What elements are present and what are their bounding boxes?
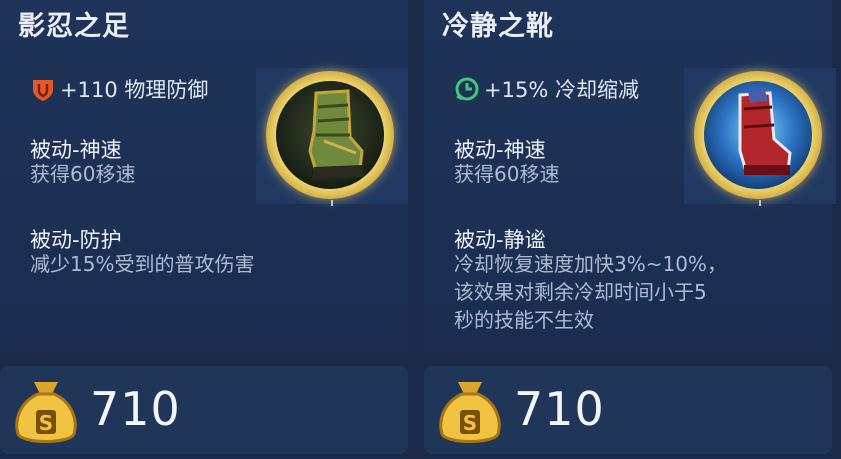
price-bar[interactable]: S 710	[0, 366, 408, 454]
item-price: 710	[514, 382, 605, 436]
svg-text:S: S	[463, 411, 477, 435]
item-card-tranquility-boots[interactable]: 冷静之靴 +15% 冷却缩减 被动-神速 获得60移速 被动-静谧 冷却恢复速度…	[424, 0, 836, 352]
passive-desc: 减少15%受到的普攻伤害	[30, 252, 255, 276]
boots-of-tranquility-icon	[704, 81, 812, 189]
gold-coin-bag-icon: S	[439, 382, 501, 443]
stat-text: +15% 冷却缩减	[484, 78, 639, 102]
item-card-shadow-boots[interactable]: 影忍之足 +110 物理防御 被动-神速 获得60移速 被动-防护 减少15%受…	[0, 0, 408, 352]
item-icon-frame	[256, 68, 408, 206]
item-icon-frame	[684, 68, 836, 206]
ninja-boots-icon	[276, 81, 384, 189]
stat-line: +110 物理防御	[30, 74, 208, 104]
divider-tick	[759, 200, 761, 206]
stat-line: +15% 冷却缩减	[454, 74, 639, 104]
stat-text: +110 物理防御	[60, 78, 209, 102]
divider-tick	[331, 200, 333, 206]
passive-desc: 获得60移速	[30, 162, 136, 186]
armor-shield-icon	[33, 80, 53, 101]
svg-text:S: S	[39, 411, 53, 435]
passive-desc: 冷却恢复速度加快3%~10%， 该效果对剩余冷却时间小于5 秒的技能不生效	[454, 252, 727, 332]
item-price: 710	[90, 382, 181, 436]
cooldown-clock-icon	[455, 77, 479, 101]
gold-coin-bag-icon: S	[15, 382, 77, 443]
gold-ring	[694, 71, 822, 199]
item-name: 冷静之靴	[442, 11, 554, 42]
price-bar[interactable]: S 710	[424, 366, 832, 454]
gold-ring	[266, 71, 394, 199]
item-name: 影忍之足	[18, 11, 130, 42]
passive-desc: 获得60移速	[454, 162, 560, 186]
